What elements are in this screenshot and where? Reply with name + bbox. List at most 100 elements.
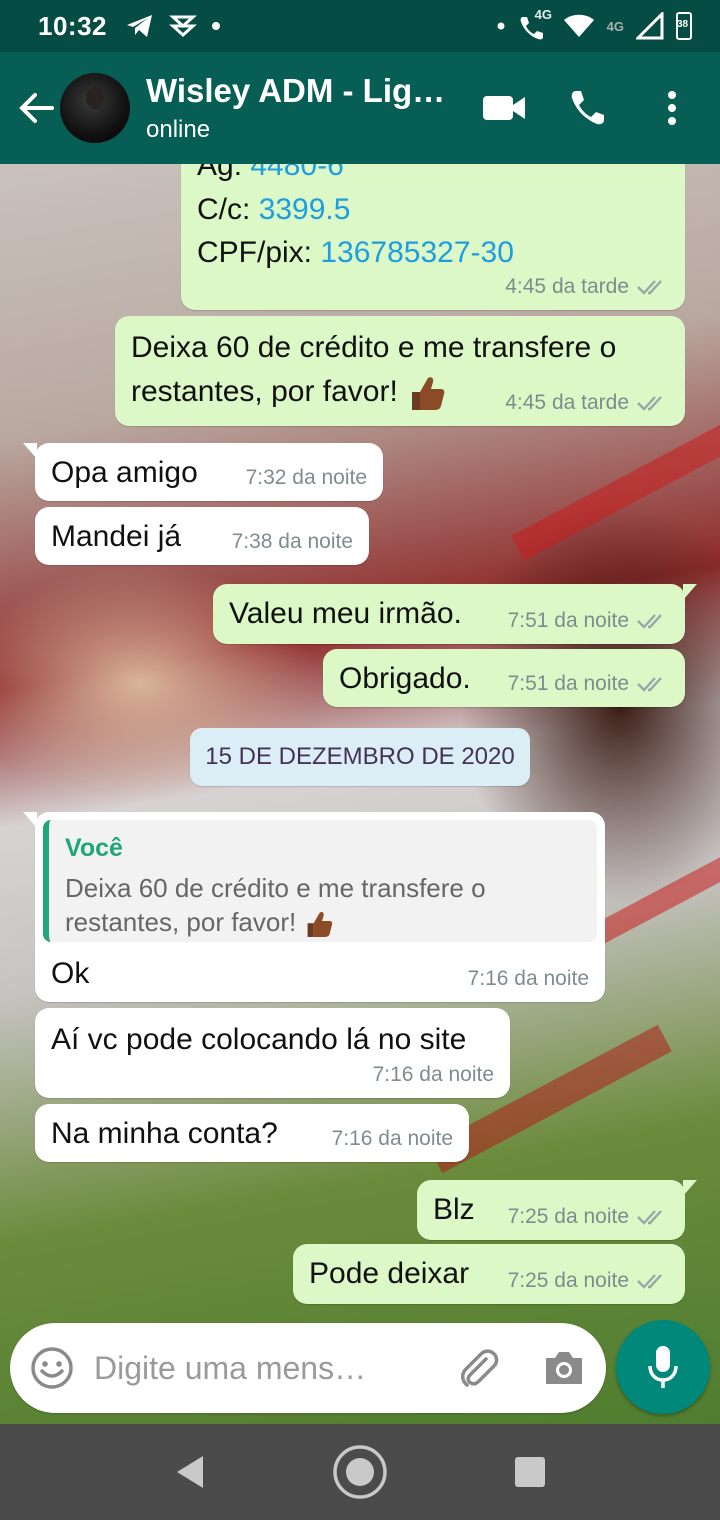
more-options-button[interactable] (642, 78, 702, 138)
more-options-icon (668, 91, 676, 125)
agency-link[interactable]: 4480-6 (250, 164, 343, 182)
double-check-icon (637, 395, 662, 411)
message-time: 7:16 da noite (372, 1062, 494, 1086)
contact-info[interactable]: Wisley ADM - Lig… online (146, 72, 456, 144)
double-check-icon (637, 613, 662, 629)
quote-line: restantes, por favor! (65, 906, 581, 940)
message-bubble-outgoing[interactable]: Pode deixar 7:25 da noite (293, 1244, 685, 1304)
nav-recents-button[interactable] (500, 1442, 560, 1502)
mic-icon (648, 1346, 678, 1388)
message-bubble-incoming[interactable]: Na minha conta? 7:16 da noite (35, 1104, 469, 1162)
message-time: 7:16 da noite (467, 966, 589, 990)
video-call-icon (483, 96, 525, 120)
system-navigation-bar (0, 1424, 720, 1520)
network-type-label-2: 4G (606, 18, 624, 34)
message-time: 7:25 da noite (507, 1268, 629, 1292)
message-bubble-outgoing[interactable]: Obrigado. 7:51 da noite (323, 649, 685, 707)
message-text: Aí vc pode colocando lá no site (51, 1023, 467, 1056)
bubble-tail (23, 812, 37, 828)
message-text: Opa amigo (51, 456, 198, 489)
nav-home-button[interactable] (330, 1442, 390, 1502)
nav-recents-icon (515, 1457, 545, 1487)
date-separator: 15 DE DEZEMBRO DE 2020 (190, 728, 530, 786)
message-input[interactable] (94, 1349, 394, 1387)
attach-button[interactable] (456, 1345, 502, 1391)
message-text: Mandei já (51, 520, 182, 553)
message-line: Ag: 4480-6 (197, 164, 669, 188)
back-button[interactable] (8, 78, 64, 138)
nav-back-button[interactable] (160, 1442, 220, 1502)
field-label: Ag: (197, 164, 243, 182)
message-text: Blz (433, 1193, 475, 1226)
signal-icon (636, 12, 664, 40)
message-bubble-incoming[interactable]: Aí vc pode colocando lá no site 7:16 da … (35, 1008, 510, 1098)
bubble-tail (23, 443, 37, 459)
message-time: 4:45 da tarde (505, 274, 629, 298)
quote-text: Deixa 60 de crédito e me transfere o res… (65, 872, 581, 940)
contact-name: Wisley ADM - Lig… (146, 72, 446, 109)
message-bubble-outgoing[interactable]: Deixa 60 de crédito e me transfere o res… (115, 316, 685, 426)
thumbs-up-emoji (308, 912, 333, 938)
thumbs-up-emoji (412, 376, 445, 410)
message-text: Ok (51, 957, 90, 990)
camera-icon (546, 1352, 582, 1384)
quote-line: Deixa 60 de crédito e me transfere o (65, 873, 486, 904)
message-meta: 7:25 da noite (508, 1266, 669, 1296)
header-actions (474, 78, 702, 138)
message-time: 7:51 da noite (507, 608, 629, 632)
message-bubble-outgoing[interactable]: Valeu meu irmão. 7:51 da noite (213, 584, 697, 644)
quote-author: Você (65, 834, 123, 862)
message-line: CPF/pix: 136785327-30 (197, 231, 669, 275)
message-time: 7:51 da noite (507, 671, 629, 695)
message-bubble-outgoing[interactable]: Blz 7:25 da noite (417, 1180, 697, 1240)
field-label: CPF/pix: (197, 236, 313, 269)
message-composer (10, 1323, 606, 1413)
voice-record-button[interactable] (616, 1320, 710, 1414)
telegram-icon (127, 15, 152, 37)
quoted-message[interactable]: Você Deixa 60 de crédito e me transfere … (43, 820, 597, 942)
double-check-icon (637, 1273, 662, 1289)
composer-actions (456, 1345, 586, 1391)
app-notification-icon (169, 15, 197, 38)
emoji-icon (31, 1347, 73, 1389)
double-check-icon (637, 1209, 662, 1225)
voice-call-button[interactable] (558, 78, 618, 138)
volte-call-icon: 4G (517, 7, 552, 41)
chat-header: Wisley ADM - Lig… online (0, 52, 720, 164)
bubble-tail (683, 1180, 697, 1196)
network-type-label: 4G (534, 7, 552, 22)
message-time: 7:16 da noite (331, 1126, 453, 1150)
message-meta: 4:45 da tarde (505, 272, 669, 302)
battery-label: 38 (677, 19, 689, 30)
avatar[interactable] (60, 73, 130, 143)
attach-icon (461, 1349, 499, 1387)
video-call-button[interactable] (474, 78, 534, 138)
account-link[interactable]: 3399.5 (259, 193, 351, 226)
message-text: restantes, por favor! (131, 374, 398, 408)
dot-icon (497, 22, 505, 30)
message-text: Obrigado. (339, 662, 471, 695)
message-meta: 7:16 da noite (468, 964, 589, 994)
nav-back-icon (177, 1456, 203, 1488)
cpf-pix-link[interactable]: 136785327-30 (320, 236, 514, 269)
message-bubble-incoming[interactable]: Você Deixa 60 de crédito e me transfere … (23, 812, 605, 1002)
emoji-button[interactable] (30, 1346, 74, 1390)
message-text: Pode deixar (309, 1257, 470, 1290)
message-time: 7:25 da noite (507, 1204, 629, 1228)
message-bubble-incoming[interactable]: Opa amigo 7:32 da noite (23, 443, 383, 501)
wifi-icon (563, 14, 594, 37)
camera-button[interactable] (542, 1348, 586, 1388)
message-time: 7:38 da noite (231, 529, 353, 553)
message-bubble-outgoing[interactable]: Ag: 4480-6 C/c: 3399.5 CPF/pix: 13678532… (181, 164, 685, 310)
quote-line-text: restantes, por favor! (65, 907, 297, 938)
phone-icon (571, 91, 604, 125)
message-meta: 4:45 da tarde (505, 388, 669, 418)
notification-icons (125, 13, 221, 39)
chat-area[interactable]: Ag: 4480-6 C/c: 3399.5 CPF/pix: 13678532… (0, 164, 720, 1424)
status-time: 10:32 (38, 10, 107, 41)
nav-home-icon (333, 1445, 387, 1499)
message-meta: 7:51 da noite (508, 606, 669, 636)
dot-icon (212, 22, 220, 30)
message-time: 4:45 da tarde (505, 390, 629, 414)
message-bubble-incoming[interactable]: Mandei já 7:38 da noite (35, 507, 369, 565)
